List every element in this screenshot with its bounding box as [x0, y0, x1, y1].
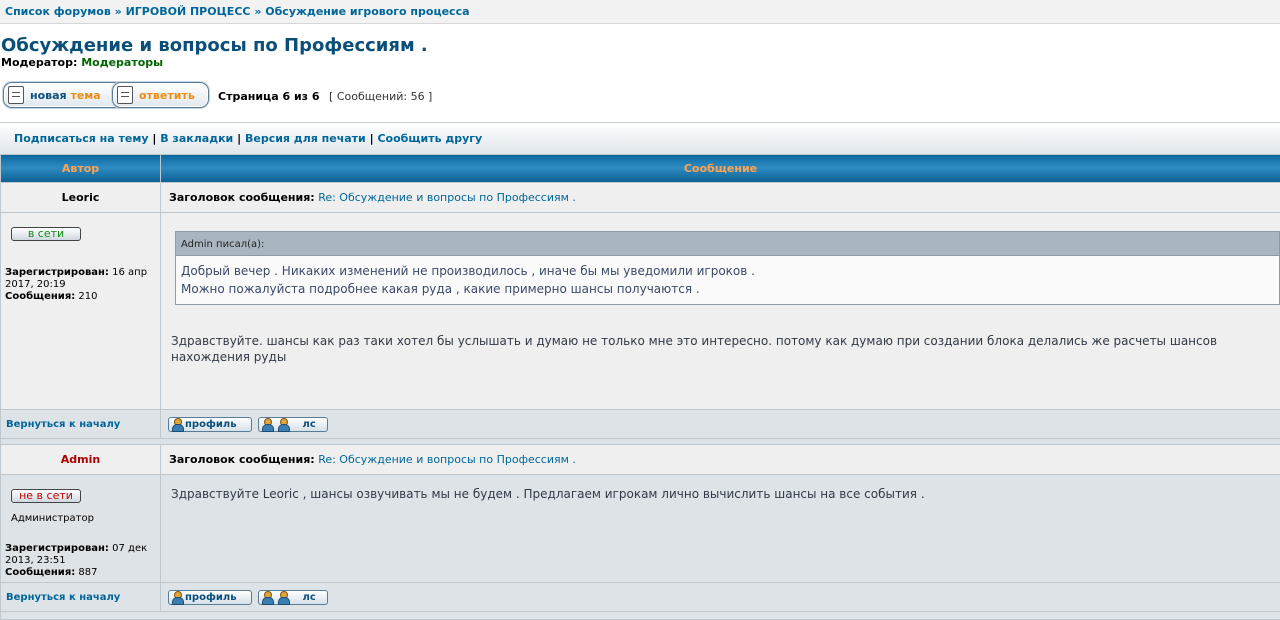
post-content: Admin писал(а): Добрый вечер . Никаких и… [161, 213, 1280, 410]
table-bottom-bar [1, 612, 1280, 620]
moderator-line: Модератор: Модераторы [1, 56, 1280, 69]
posts-table-header: Автор Сообщение [1, 155, 1280, 183]
post-author-profile: в сети Зарегистрирован: 16 апр 2017, 20:… [1, 213, 161, 410]
user-rank: Администратор [5, 513, 160, 525]
post-header-row: Leoric Заголовок сообщения: Re: Обсужден… [1, 183, 1280, 213]
post-author-name[interactable]: Leoric [1, 183, 161, 213]
posts-table: Автор Сообщение Leoric Заголовок сообщен… [0, 154, 1280, 620]
profile-info: Зарегистрирован: 16 апр 2017, 20:19 Сооб… [5, 267, 160, 303]
breadcrumb-forum-list[interactable]: Список форумов [5, 5, 111, 18]
message-count: [ Сообщений: 56 ] [329, 90, 432, 103]
post-author-profile: не в сети Администратор Зарегистрирован:… [1, 475, 161, 583]
online-status-badge[interactable]: в сети [11, 227, 81, 241]
tell-friend-link[interactable]: Сообщить другу [377, 132, 482, 145]
back-to-top-link[interactable]: Вернуться к началу [1, 583, 161, 612]
subject-link[interactable]: Re: Обсуждение и вопросы по Профессиям . [318, 453, 576, 466]
topic-actions: новая тема ответить Страница 6 из 6 [ Со… [0, 82, 1280, 122]
breadcrumb-discussion[interactable]: Обсуждение игрового процесса [265, 5, 469, 18]
subject-label: Заголовок сообщения: [169, 453, 315, 466]
pm-button-label: лс [303, 592, 316, 603]
private-message-button[interactable]: лс [258, 417, 328, 432]
new-topic-label-1: новая [30, 89, 67, 102]
page-title[interactable]: Обсуждение и вопросы по Профессиям . [1, 36, 1280, 56]
subject-link[interactable]: Re: Обсуждение и вопросы по Профессиям . [318, 191, 576, 204]
bookmark-link[interactable]: В закладки [160, 132, 233, 145]
quote-line: Добрый вечер . Никаких изменений не прои… [181, 264, 755, 278]
posts-count: 887 [78, 567, 97, 578]
posts-count: 210 [78, 291, 97, 302]
new-topic-label-2: тема [70, 89, 100, 102]
pm-button-label: лс [303, 419, 316, 430]
post-footer-row: Вернуться к началу профиль лс [1, 410, 1280, 439]
offline-status-badge[interactable]: не в сети [11, 489, 81, 503]
quote-body: Добрый вечер . Никаких изменений не прои… [175, 255, 1280, 305]
post-subject: Заголовок сообщения: Re: Обсуждение и во… [161, 183, 1280, 213]
post-profile-buttons: профиль лс [161, 583, 1280, 612]
profile-info: Зарегистрирован: 07 дек 2013, 23:51 Сооб… [5, 543, 160, 579]
subscribe-link[interactable]: Подписаться на тему [14, 132, 149, 145]
registered-label: Зарегистрирован: [5, 267, 109, 278]
profile-button-label: профиль [185, 419, 237, 430]
moderator-link[interactable]: Модераторы [81, 56, 163, 69]
page-indicator: Страница 6 из 6 [218, 90, 320, 103]
profile-button-label: профиль [185, 592, 237, 603]
post-body-row: в сети Зарегистрирован: 16 апр 2017, 20:… [1, 213, 1280, 410]
breadcrumb-game-process[interactable]: ИГРОВОЙ ПРОЦЕСС [126, 5, 251, 18]
breadcrumb: Список форумов » ИГРОВОЙ ПРОЦЕСС » Обсуж… [0, 0, 1280, 24]
post-text: Здравствуйте. шансы как раз таки хотел б… [171, 333, 1280, 365]
pagination: Страница 6 из 6 [ Сообщений: 56 ] [218, 90, 432, 103]
author-column-header: Автор [1, 155, 161, 183]
posts-label: Сообщения: [5, 567, 75, 578]
breadcrumb-separator: » [115, 5, 122, 18]
message-column-header: Сообщение [161, 155, 1280, 183]
link-separator: | [237, 132, 241, 145]
profile-button[interactable]: профиль [168, 417, 252, 432]
user-icon [171, 418, 183, 431]
profile-button[interactable]: профиль [168, 590, 252, 605]
user-icon [277, 418, 289, 431]
document-icon [117, 86, 133, 104]
breadcrumb-separator: » [254, 5, 261, 18]
print-version-link[interactable]: Версия для печати [245, 132, 366, 145]
topic-links-bar: Подписаться на тему | В закладки | Верси… [0, 122, 1280, 154]
link-separator: | [370, 132, 374, 145]
quote-author: Admin писал(а): [175, 231, 1280, 255]
reply-label: ответить [139, 89, 195, 102]
moderator-label: Модератор: [1, 56, 77, 69]
post-body-row: не в сети Администратор Зарегистрирован:… [1, 475, 1280, 583]
private-message-button[interactable]: лс [258, 590, 328, 605]
title-area: Обсуждение и вопросы по Профессиям . Мод… [0, 24, 1280, 69]
reply-button[interactable]: ответить [112, 82, 209, 108]
posts-label: Сообщения: [5, 291, 75, 302]
quote-block: Admin писал(а): Добрый вечер . Никаких и… [175, 231, 1280, 305]
user-icon [171, 591, 183, 604]
post-subject: Заголовок сообщения: Re: Обсуждение и во… [161, 445, 1280, 475]
post-text: Здравствуйте Leoric , шансы озвучивать м… [171, 486, 1280, 502]
post-author-name[interactable]: Admin [1, 445, 161, 475]
post-content: Здравствуйте Leoric , шансы озвучивать м… [161, 475, 1280, 583]
user-icon [261, 591, 273, 604]
document-icon [8, 86, 24, 104]
user-icon [277, 591, 289, 604]
user-icon [261, 418, 273, 431]
post-footer-row: Вернуться к началу профиль лс [1, 583, 1280, 612]
post-profile-buttons: профиль лс [161, 410, 1280, 439]
quote-line: Можно пожалуйста подробнее какая руда , … [181, 282, 700, 296]
link-separator: | [152, 132, 156, 145]
registered-label: Зарегистрирован: [5, 543, 109, 554]
post-header-row: Admin Заголовок сообщения: Re: Обсуждени… [1, 445, 1280, 475]
subject-label: Заголовок сообщения: [169, 191, 315, 204]
back-to-top-link[interactable]: Вернуться к началу [1, 410, 161, 439]
